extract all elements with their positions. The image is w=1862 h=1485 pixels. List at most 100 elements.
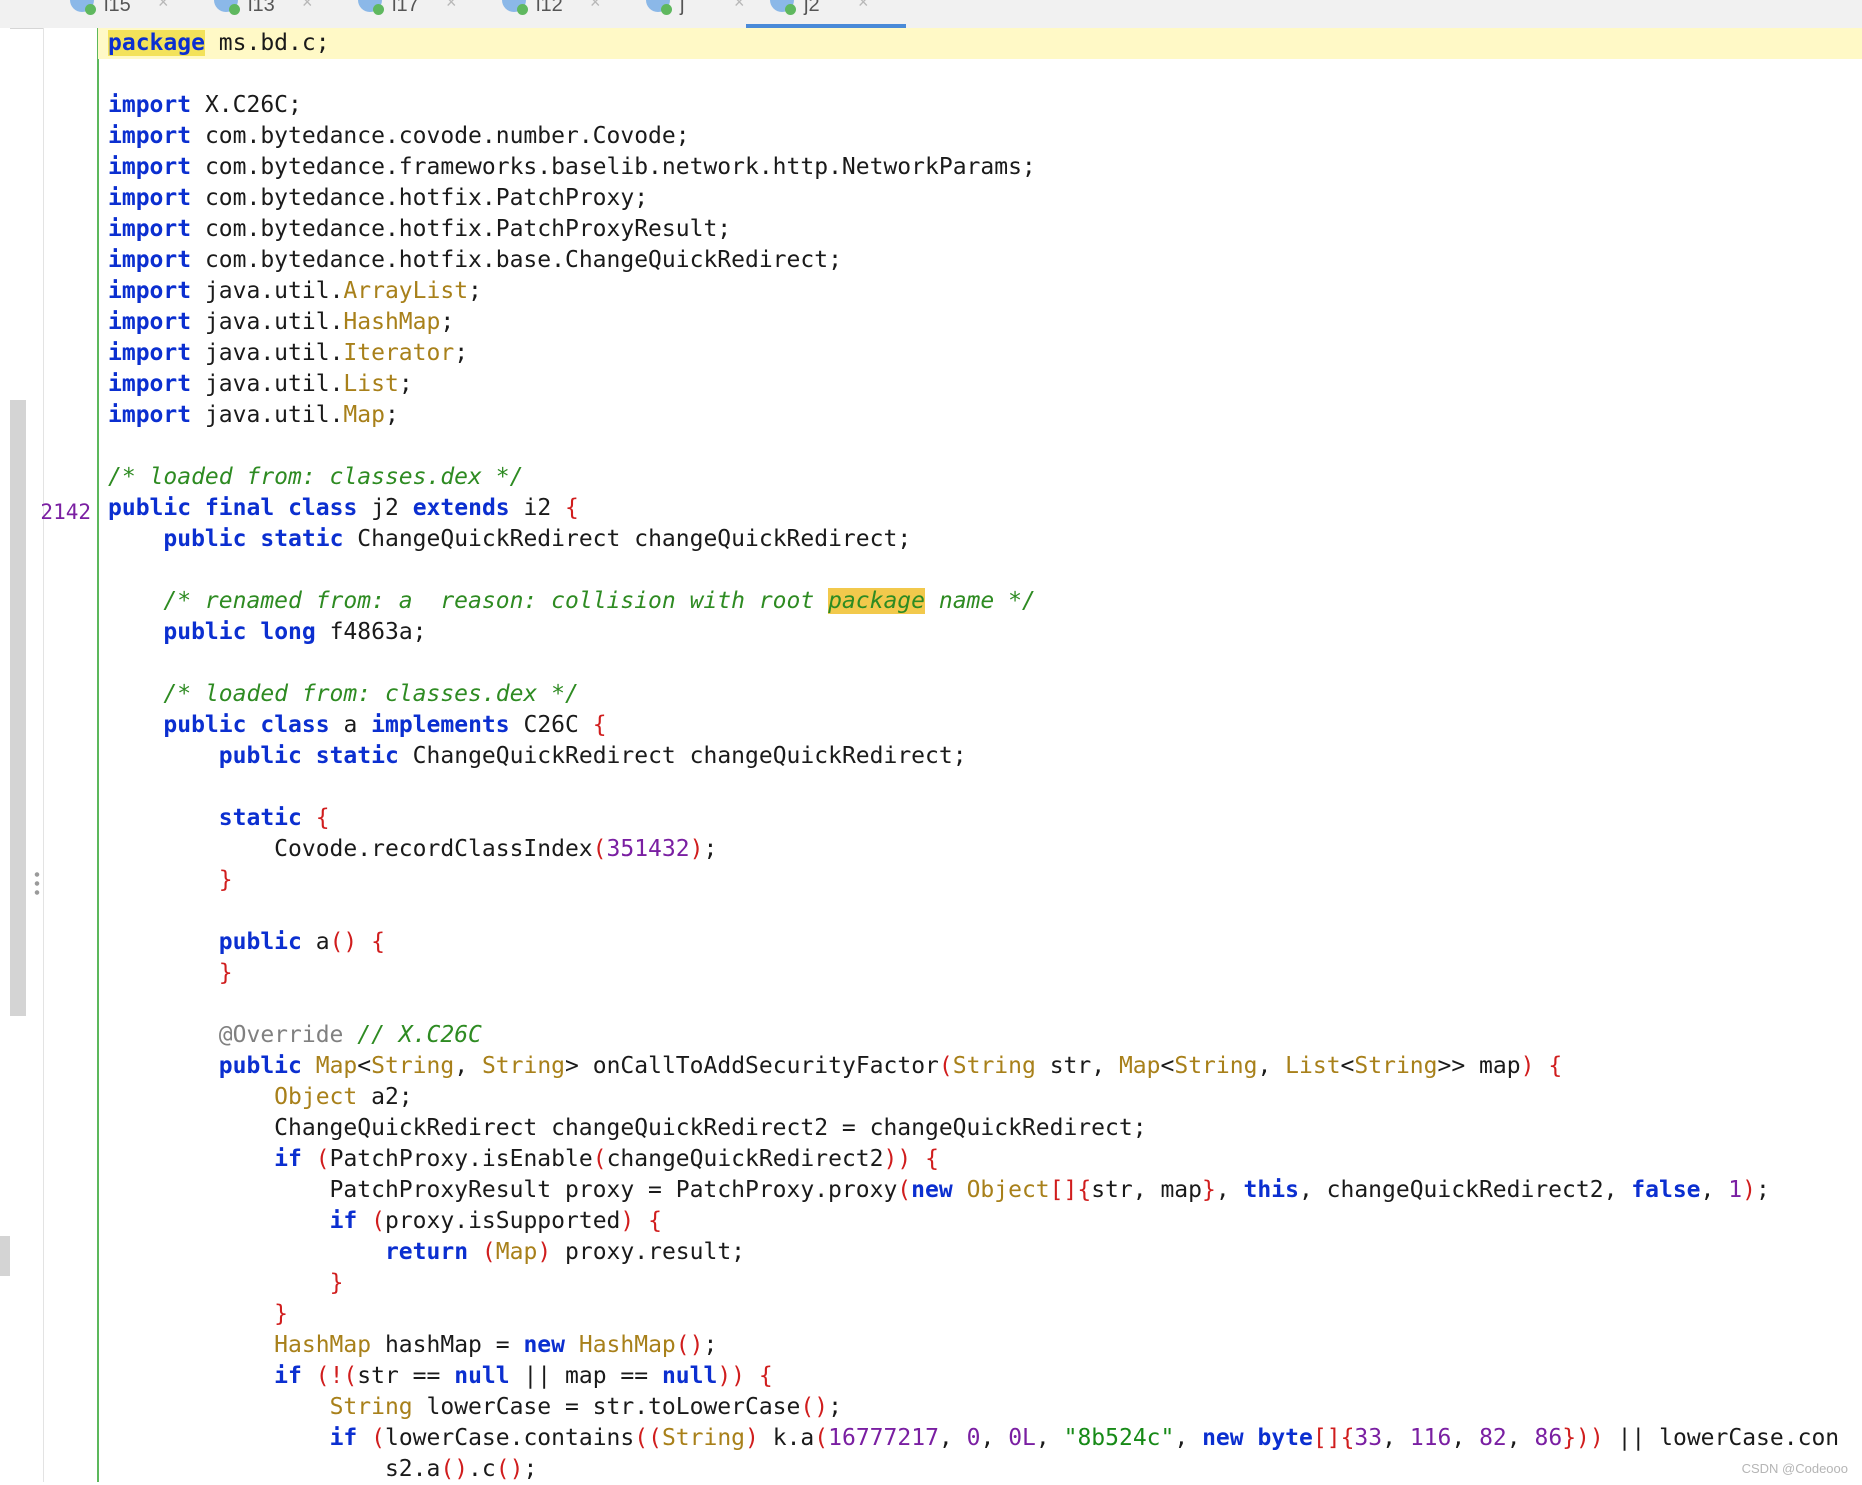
code-token: public (218, 1053, 302, 1079)
code-token: j2 (357, 495, 413, 521)
code-line[interactable] (108, 989, 1862, 1020)
close-icon[interactable]: × (302, 0, 313, 13)
code-line[interactable] (108, 772, 1862, 803)
code-line[interactable]: import com.bytedance.hotfix.base.ChangeQ… (108, 245, 1862, 276)
code-token: { (565, 495, 579, 521)
code-line[interactable]: import X.C26C; (108, 90, 1862, 121)
close-icon[interactable]: × (158, 0, 169, 13)
code-token: java.util. (191, 309, 344, 335)
code-token: ( (481, 1239, 496, 1265)
code-line[interactable]: public final class j2 extends i2 { (108, 493, 1862, 524)
code-token: new (523, 1332, 565, 1358)
code-token: .c (468, 1456, 496, 1482)
code-token: , (1174, 1425, 1203, 1451)
class-icon (214, 0, 240, 15)
code-token: extends (412, 495, 510, 521)
code-line[interactable]: HashMap hashMap = new HashMap(); (108, 1330, 1862, 1361)
code-token: // X.C26C (357, 1022, 482, 1048)
tab-label: i12 (536, 0, 563, 16)
code-line[interactable]: if (lowerCase.contains((String) k.a(1677… (108, 1423, 1862, 1454)
code-line[interactable]: if (proxy.isSupported) { (108, 1206, 1862, 1237)
code-line[interactable]: /* loaded from: classes.dex */ (108, 679, 1862, 710)
code-token: final (204, 495, 275, 521)
code-line[interactable] (108, 648, 1862, 679)
code-token: ( (897, 1177, 912, 1203)
code-line[interactable]: public Map<String, String> onCallToAddSe… (108, 1051, 1862, 1082)
code-line[interactable]: public static ChangeQuickRedirect change… (108, 524, 1862, 555)
code-line[interactable]: import java.util.Map; (108, 400, 1862, 431)
code-line[interactable]: import com.bytedance.hotfix.PatchProxyRe… (108, 214, 1862, 245)
code-line[interactable]: Covode.recordClassIndex(351432); (108, 834, 1862, 865)
close-icon[interactable]: × (590, 0, 601, 13)
code-line[interactable]: } (108, 1268, 1862, 1299)
code-line[interactable]: if (!(str == null || map == null)) { (108, 1361, 1862, 1392)
code-line[interactable]: PatchProxyResult proxy = PatchProxy.prox… (108, 1175, 1862, 1206)
code-token: @Override (218, 1022, 344, 1048)
class-icon (502, 0, 528, 15)
code-line[interactable] (108, 431, 1862, 462)
code-line[interactable]: import java.util.HashMap; (108, 307, 1862, 338)
code-token: ) (745, 1425, 759, 1451)
code-line[interactable]: public static ChangeQuickRedirect change… (108, 741, 1862, 772)
code-line[interactable]: if (PatchProxy.isEnable(changeQuickRedir… (108, 1144, 1862, 1175)
code-token: lowerCase = str.toLowerCase (412, 1394, 801, 1420)
code-editor[interactable]: 2142 package ms.bd.c; import X.C26C; impo… (40, 28, 1862, 1485)
code-line[interactable] (108, 59, 1862, 90)
code-line[interactable] (108, 896, 1862, 927)
code-token: i2 (509, 495, 566, 521)
code-line[interactable]: import java.util.Iterator; (108, 338, 1862, 369)
code-line[interactable]: } (108, 958, 1862, 989)
code-line[interactable]: s2.a().c(); (108, 1454, 1862, 1485)
code-line[interactable]: /* renamed from: a reason: collision wit… (108, 586, 1862, 617)
close-icon[interactable]: × (446, 0, 457, 13)
code-line[interactable]: import com.bytedance.frameworks.baselib.… (108, 152, 1862, 183)
code-token: ) (620, 1208, 635, 1234)
code-token: () (495, 1456, 524, 1482)
code-line[interactable]: Object a2; (108, 1082, 1862, 1113)
code-token: String (661, 1425, 746, 1451)
line-number-gutter[interactable]: 2142 (40, 28, 99, 1482)
code-line[interactable] (108, 555, 1862, 586)
code-line[interactable]: public long f4863a; (108, 617, 1862, 648)
code-token: static (218, 805, 302, 831)
code-token: } (274, 1301, 289, 1327)
code-token: str, (1035, 1053, 1119, 1079)
code-line[interactable]: import com.bytedance.covode.number.Covod… (108, 121, 1862, 152)
code-line[interactable]: public a() { (108, 927, 1862, 958)
code-line[interactable]: @Override // X.C26C (108, 1020, 1862, 1051)
code-line[interactable]: import java.util.List; (108, 369, 1862, 400)
resize-grip-icon[interactable] (34, 870, 40, 898)
code-token: Iterator (343, 340, 455, 366)
code-line[interactable]: public class a implements C26C { (108, 710, 1862, 741)
panel-scroll-thumb[interactable] (10, 400, 26, 1016)
code-token: , (1257, 1053, 1286, 1079)
code-token: , (938, 1425, 967, 1451)
code-line[interactable]: import com.bytedance.hotfix.PatchProxy; (108, 183, 1862, 214)
code-token: (!( (315, 1363, 358, 1389)
code-line[interactable]: static { (108, 803, 1862, 834)
code-line[interactable]: String lowerCase = str.toLowerCase(); (108, 1392, 1862, 1423)
code-token: ; (1755, 1177, 1770, 1203)
code-line[interactable]: return (Map) proxy.result; (108, 1237, 1862, 1268)
code-token: hashMap = (371, 1332, 524, 1358)
code-line[interactable]: ChangeQuickRedirect changeQuickRedirect2… (108, 1113, 1862, 1144)
code-line[interactable]: import java.util.ArrayList; (108, 276, 1862, 307)
code-area[interactable]: package ms.bd.c; import X.C26C; import co… (98, 28, 1862, 1485)
code-line[interactable]: package ms.bd.c; (98, 28, 1862, 59)
code-token: 86 (1534, 1425, 1563, 1451)
code-line[interactable]: } (108, 1299, 1862, 1330)
code-token: HashMap (578, 1332, 676, 1358)
close-icon[interactable]: × (734, 0, 745, 13)
close-icon[interactable]: × (858, 0, 869, 13)
code-token: < (357, 1053, 372, 1079)
code-line[interactable]: /* loaded from: classes.dex */ (108, 462, 1862, 493)
code-line[interactable]: } (108, 865, 1862, 896)
